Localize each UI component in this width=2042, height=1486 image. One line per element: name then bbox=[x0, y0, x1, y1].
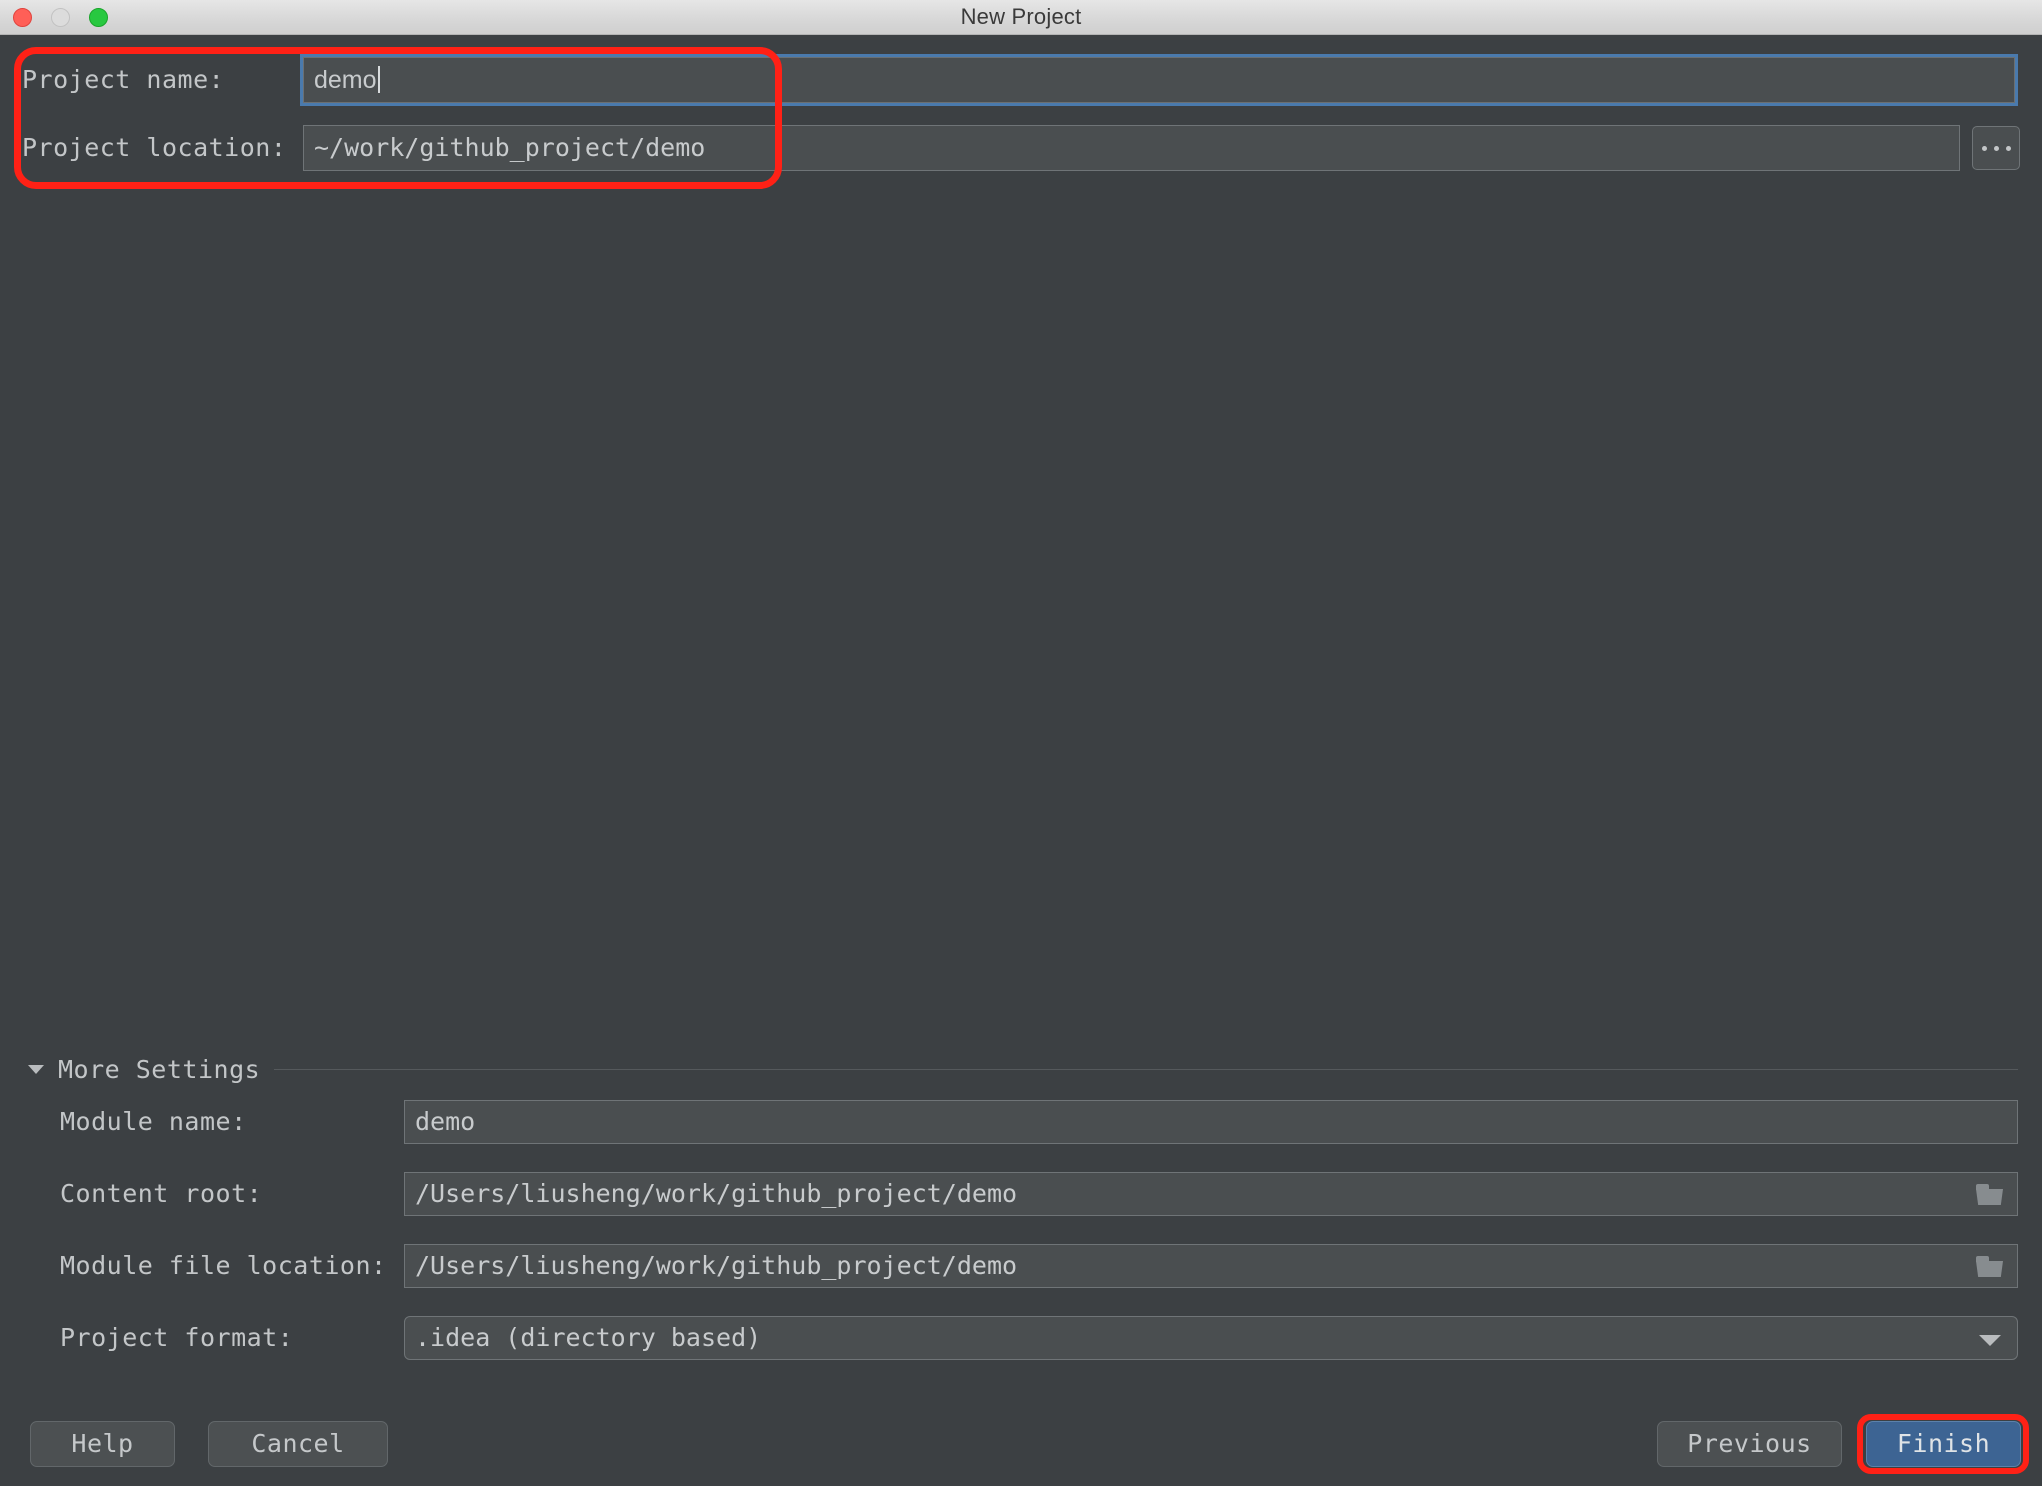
project-format-label: Project format: bbox=[60, 1323, 294, 1352]
ellipsis-dot-icon bbox=[1981, 145, 1987, 151]
content-root-value: /Users/liusheng/work/github_project/demo bbox=[415, 1179, 1018, 1208]
project-location-row: Project location: ~/work/github_project/… bbox=[0, 125, 2042, 171]
more-settings-header[interactable]: More Settings bbox=[28, 1054, 2018, 1084]
chevron-down-icon[interactable] bbox=[1979, 1335, 2001, 1346]
text-caret bbox=[377, 66, 380, 93]
cancel-button[interactable]: Cancel bbox=[208, 1421, 388, 1467]
module-file-location-input[interactable]: /Users/liusheng/work/github_project/demo bbox=[404, 1244, 2018, 1288]
previous-button[interactable]: Previous bbox=[1657, 1421, 1842, 1467]
window-title: New Project bbox=[960, 4, 1082, 29]
module-file-location-value: /Users/liusheng/work/github_project/demo bbox=[415, 1251, 1018, 1280]
module-name-label: Module name: bbox=[60, 1107, 247, 1136]
content-root-label: Content root: bbox=[60, 1179, 263, 1208]
ellipsis-dot-icon bbox=[1993, 145, 1999, 151]
project-name-row: Project name: demo bbox=[0, 54, 2042, 106]
project-location-label: Project location: bbox=[22, 133, 287, 162]
project-format-row: Project format: .idea (directory based) bbox=[0, 1316, 2042, 1360]
project-format-select[interactable]: .idea (directory based) bbox=[404, 1316, 2018, 1360]
project-location-input[interactable]: ~/work/github_project/demo bbox=[303, 125, 1960, 171]
finish-button[interactable]: Finish bbox=[1866, 1421, 2021, 1467]
project-name-value: demo bbox=[314, 66, 377, 94]
folder-icon[interactable] bbox=[1976, 1256, 2003, 1277]
content-root-input[interactable]: /Users/liusheng/work/github_project/demo bbox=[404, 1172, 2018, 1216]
ellipsis-dot-icon bbox=[2005, 145, 2011, 151]
module-name-row: Module name: demo bbox=[0, 1100, 2042, 1144]
project-format-value: .idea (directory based) bbox=[415, 1323, 762, 1352]
title-bar: New Project bbox=[0, 0, 2042, 35]
project-name-input[interactable]: demo bbox=[300, 54, 2018, 106]
module-file-location-label: Module file location: bbox=[60, 1251, 387, 1280]
module-file-location-row: Module file location: /Users/liusheng/wo… bbox=[0, 1244, 2042, 1288]
folder-icon[interactable] bbox=[1976, 1184, 2003, 1205]
project-name-label: Project name: bbox=[22, 65, 225, 94]
chevron-down-icon bbox=[28, 1064, 44, 1074]
section-divider bbox=[274, 1068, 2018, 1070]
help-button[interactable]: Help bbox=[30, 1421, 175, 1467]
more-settings-label: More Settings bbox=[58, 1054, 261, 1084]
new-project-dialog: New Project Project name: demo Project l… bbox=[0, 0, 2042, 1486]
browse-folder-button[interactable] bbox=[1972, 126, 2020, 170]
module-name-input[interactable]: demo bbox=[404, 1100, 2018, 1144]
content-root-row: Content root: /Users/liusheng/work/githu… bbox=[0, 1172, 2042, 1216]
